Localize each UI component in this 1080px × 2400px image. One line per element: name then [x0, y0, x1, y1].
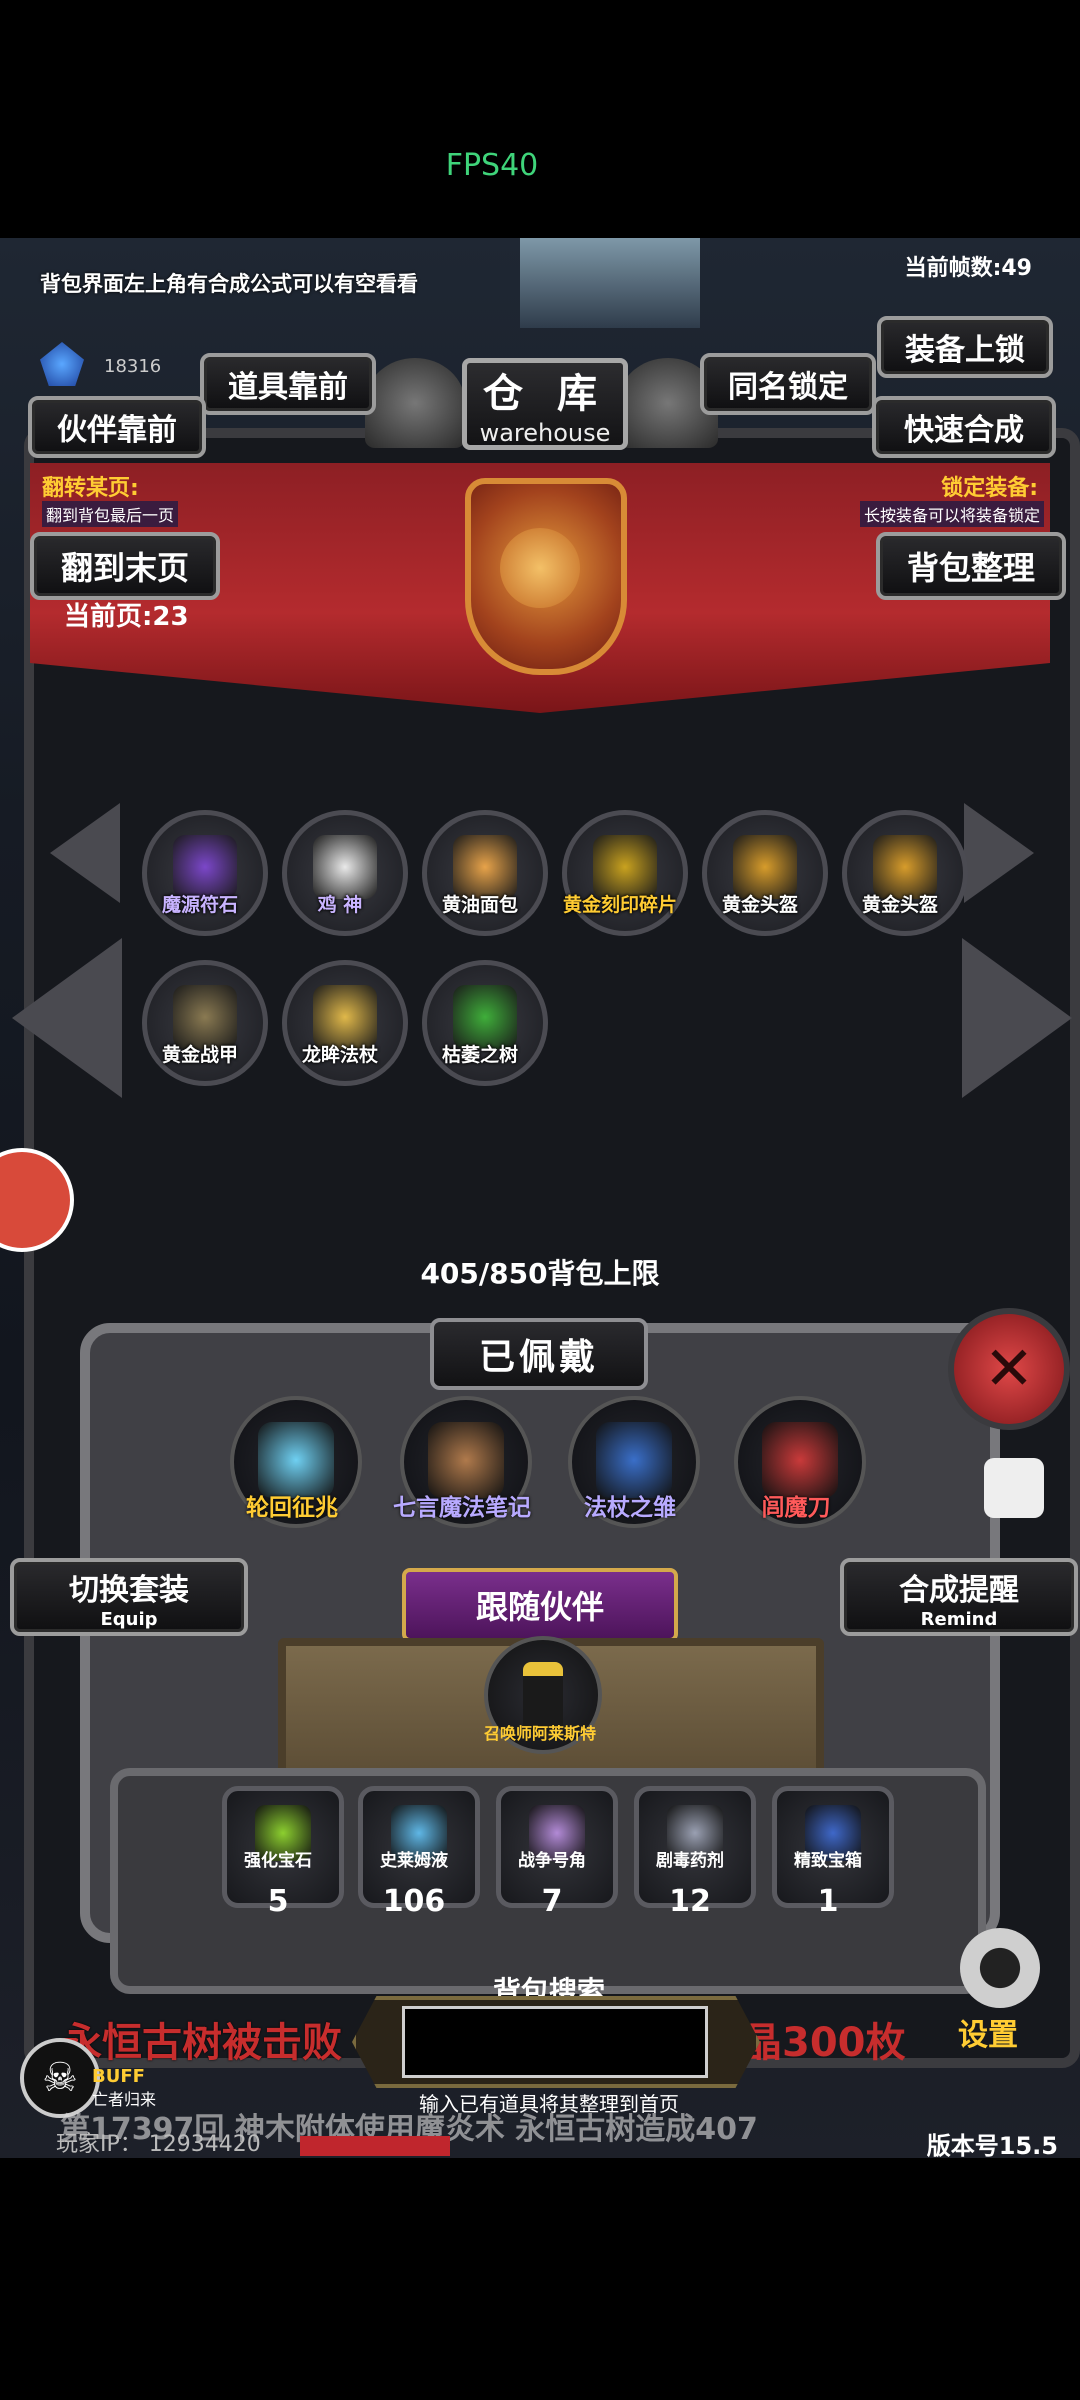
merge-remind-button[interactable]: 合成提醒 Remind — [840, 1558, 1078, 1636]
equipped-item-icon — [596, 1422, 672, 1498]
consumable-label: 剧毒药剂 — [656, 1851, 724, 1871]
item-label: 黄金头盔 — [721, 894, 798, 916]
search-input[interactable] — [402, 2006, 708, 2078]
left-helmet-icon — [365, 358, 465, 448]
last-page-button[interactable]: 翻到末页 — [30, 532, 220, 600]
consumable-count: 106 — [382, 1884, 446, 1919]
dice-icon[interactable] — [984, 1458, 1044, 1518]
switch-set-en: Equip — [100, 1608, 158, 1630]
fps-counter: FPS40 — [445, 148, 539, 183]
equipped-item-icon — [258, 1422, 334, 1498]
switch-set-button[interactable]: 切换套装 Equip — [10, 1558, 248, 1636]
item-label: 鸡 神 — [317, 894, 363, 916]
item-label: 黄油面包 — [441, 894, 518, 916]
equipped-title: 已佩戴 — [430, 1318, 648, 1390]
item-slot[interactable] — [282, 810, 408, 936]
warehouse-title: 仓 库 warehouse — [462, 358, 628, 450]
item-label: 黄金战甲 — [161, 1044, 238, 1066]
kill-message-a: 永恒古树被击败 — [62, 2020, 342, 2066]
item-slot[interactable] — [422, 810, 548, 936]
item-label: 枯萎之树 — [441, 1044, 518, 1066]
bag-capacity: 405/850背包上限 — [420, 1257, 660, 1290]
item-slot[interactable] — [142, 960, 268, 1086]
item-slot[interactable] — [702, 810, 828, 936]
version: 版本号15.5 — [926, 2132, 1058, 2158]
ip-bar — [300, 2136, 450, 2156]
consumable-count: 5 — [267, 1884, 289, 1919]
top-notice: 背包界面左上角有合成公式可以有空看看 — [40, 272, 418, 296]
item-slot[interactable] — [562, 810, 688, 936]
close-icon: ✕ — [983, 1334, 1035, 1404]
kill-message-b: 晶300枚 — [742, 2020, 906, 2066]
consumable-label: 精致宝箱 — [794, 1851, 862, 1871]
equipped-label: 法杖之雏 — [584, 1495, 676, 1521]
equipped-item-icon — [428, 1422, 504, 1498]
item-slot[interactable] — [842, 810, 968, 936]
item-label: 黄金刻印碎片 — [562, 894, 677, 916]
title-en: warehouse — [479, 419, 611, 447]
frame-count: 当前帧数:49 — [904, 256, 1032, 281]
crystal-icon — [40, 342, 84, 386]
item-front-button[interactable]: 道具靠前 — [200, 353, 376, 415]
equipped-label: 闾魔刀 — [761, 1495, 831, 1521]
merge-remind-label: 合成提醒 — [899, 1572, 1019, 1608]
equip-lock-button[interactable]: 装备上锁 — [877, 316, 1053, 378]
equipped-label: 七言魔法笔记 — [393, 1495, 531, 1521]
game-viewport: 背包界面左上角有合成公式可以有空看看 当前帧数:49 18316 仓 库 war… — [0, 238, 1080, 2158]
sort-bag-button[interactable]: 背包整理 — [876, 532, 1066, 600]
item-label: 魔源符石 — [161, 894, 238, 916]
consumable-count: 12 — [669, 1884, 711, 1919]
lock-equip-sub: 长按装备可以将装备锁定 — [859, 501, 1044, 527]
item-label: 龙眸法杖 — [301, 1044, 378, 1066]
follow-partner-title: 跟随伙伴 — [402, 1568, 678, 1642]
close-button[interactable]: ✕ — [948, 1308, 1070, 1430]
consumable-label: 强化宝石 — [244, 1851, 312, 1871]
equipped-label: 轮回征兆 — [246, 1495, 338, 1521]
lock-equip-title: 锁定装备: — [941, 476, 1038, 501]
player-ip: 玩家IP： 12934420 — [56, 2132, 261, 2157]
switch-set-label: 切换套装 — [69, 1572, 189, 1608]
merge-remind-en: Remind — [920, 1608, 998, 1630]
consumable-label: 战争号角 — [518, 1851, 586, 1871]
quick-merge-button[interactable]: 快速合成 — [872, 396, 1056, 458]
flip-page-sub: 翻到背包最后一页 — [42, 501, 179, 527]
buff-label: BUFF — [92, 2066, 145, 2087]
partner-name: 召唤师阿莱斯特 — [483, 1724, 596, 1743]
crystal-count: 18316 — [104, 356, 162, 377]
same-name-lock-button[interactable]: 同名锁定 — [700, 353, 876, 415]
item-slot[interactable] — [142, 810, 268, 936]
item-slot[interactable] — [422, 960, 548, 1086]
gear-icon[interactable] — [960, 1928, 1040, 2008]
equipped-item-icon — [762, 1422, 838, 1498]
current-page: 当前页:23 — [64, 602, 189, 632]
partner-front-button[interactable]: 伙伴靠前 — [28, 396, 206, 458]
consumable-count: 7 — [541, 1884, 563, 1919]
consumable-label: 史莱姆液 — [380, 1851, 448, 1871]
flip-page-title: 翻转某页: — [42, 476, 139, 501]
consumable-count: 1 — [817, 1884, 839, 1919]
item-slot[interactable] — [282, 960, 408, 1086]
background-sky — [520, 238, 700, 328]
settings-label[interactable]: 设置 — [958, 2010, 1018, 2054]
title-cn: 仓 库 — [483, 371, 607, 417]
item-label: 黄金头盔 — [861, 894, 938, 916]
lion-emblem-icon — [500, 528, 580, 608]
